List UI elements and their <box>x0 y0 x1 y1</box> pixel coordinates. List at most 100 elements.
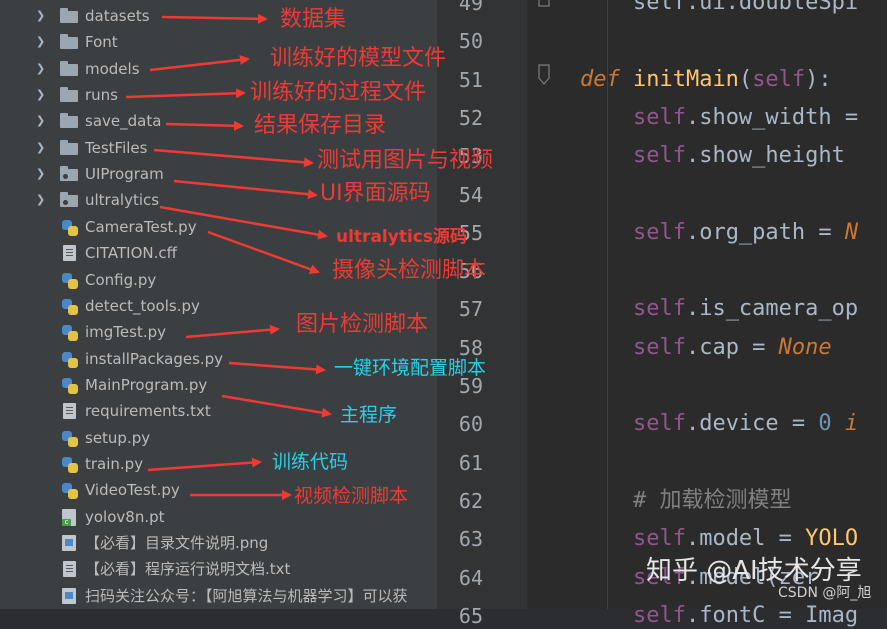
folder-icon <box>60 115 78 128</box>
chevron-right-icon[interactable]: ❯ <box>36 114 46 128</box>
image-file-icon <box>62 535 76 551</box>
tree-item[interactable]: ❯ datasets <box>0 3 437 29</box>
csdn-watermark: CSDN @阿_旭 <box>778 584 871 602</box>
annotation-label: 主程序 <box>340 402 397 428</box>
python-file-icon <box>62 378 78 394</box>
code-token: self <box>527 603 686 628</box>
tree-item-label: setup.py <box>85 428 150 448</box>
code-token: 0 <box>818 411 845 436</box>
line-number: 63 <box>437 526 483 552</box>
tree-item-label: VideoTest.py <box>85 480 180 500</box>
line-number: 52 <box>437 105 483 131</box>
code-line[interactable]: self.org_path = N <box>527 220 858 246</box>
code-token: .cap = <box>686 335 779 360</box>
annotation-label: 训练好的过程文件 <box>250 80 426 106</box>
code-line[interactable]: self.fontC = Imag <box>527 603 858 629</box>
code-token: self <box>527 526 686 551</box>
text-file-icon <box>63 245 76 261</box>
code-token: self <box>527 105 686 130</box>
code-token: ( <box>739 67 752 92</box>
tree-item-label: ultralytics <box>85 190 159 210</box>
tree-item-label: CameraTest.py <box>85 217 197 237</box>
annotation-label: 训练好的模型文件 <box>270 46 446 72</box>
code-token: self <box>527 143 686 168</box>
code-token: self <box>527 411 686 436</box>
tree-item-label: MainProgram.py <box>85 375 207 395</box>
chevron-right-icon[interactable]: ❯ <box>36 62 46 76</box>
python-file-icon <box>62 325 78 341</box>
tree-item-label: UIProgram <box>85 164 164 184</box>
annotation-label: 训练代码 <box>272 449 348 475</box>
fold-end-icon[interactable] <box>538 0 550 8</box>
code-line[interactable]: # 加载检测模型 <box>527 488 791 514</box>
annotation-label: ultralytics源码 <box>336 224 467 250</box>
line-number: 57 <box>437 296 483 322</box>
line-number: 64 <box>437 565 483 591</box>
code-line[interactable]: self.show_width = <box>527 105 871 131</box>
tree-item-label: requirements.txt <box>85 401 211 421</box>
tree-item[interactable]: 【必看】目录文件说明.png <box>0 530 437 556</box>
code-token: self <box>527 296 686 321</box>
code-line[interactable]: self.is_camera_op <box>527 296 858 322</box>
chevron-right-icon[interactable]: ❯ <box>36 88 46 102</box>
code-token: .is_camera_op <box>686 296 858 321</box>
folder-icon <box>60 63 78 76</box>
annotation-label: 图片检测脚本 <box>296 312 428 338</box>
code-line[interactable]: self.cap = None <box>527 335 832 361</box>
code-editor[interactable]: self.ui.doubleSpi def initMain(self): se… <box>527 0 887 609</box>
tree-item[interactable]: 扫码关注公众号：【阿旭算法与机器学习】可以获 <box>0 583 437 609</box>
code-token: .model = <box>686 526 805 551</box>
python-file-icon <box>62 220 78 236</box>
chevron-right-icon[interactable]: ❯ <box>36 141 46 155</box>
folder-icon <box>60 168 78 181</box>
code-token: .show_height <box>686 143 858 168</box>
code-token: .device = <box>686 411 818 436</box>
code-line[interactable]: self.model = YOLO <box>527 526 858 552</box>
folder-icon <box>60 194 78 207</box>
text-file-icon <box>63 403 76 419</box>
line-number: 54 <box>437 182 483 208</box>
tree-item[interactable]: train.py <box>0 451 437 477</box>
code-token: .fontC = Imag <box>686 603 858 628</box>
code-token: self.ui.doubleSpi <box>527 0 858 15</box>
chevron-right-icon[interactable]: ❯ <box>36 167 46 181</box>
line-number: 62 <box>437 488 483 514</box>
code-token: .show_width = <box>686 105 871 130</box>
zhihu-watermark: 知乎 @AI技术分享 <box>646 555 862 587</box>
code-line[interactable]: self.device = 0 i <box>527 411 858 437</box>
tree-item-label: datasets <box>85 6 150 26</box>
tree-item-label: 扫码关注公众号：【阿旭算法与机器学习】可以获 <box>85 586 408 606</box>
line-number: 65 <box>437 603 483 629</box>
fold-icon[interactable] <box>538 64 550 86</box>
image-file-icon <box>62 588 76 604</box>
code-token: N <box>845 220 858 245</box>
chevron-right-icon[interactable]: ❯ <box>36 9 46 23</box>
code-token: self <box>527 220 686 245</box>
tree-item-label: save_data <box>85 111 161 131</box>
tree-item-label: yolov8n.pt <box>85 507 165 527</box>
tree-item-label: 【必看】目录文件说明.png <box>85 533 268 553</box>
chevron-right-icon[interactable]: ❯ <box>36 193 46 207</box>
chevron-right-icon[interactable]: ❯ <box>36 35 46 49</box>
python-file-icon <box>62 483 78 499</box>
tree-item-label: runs <box>85 85 118 105</box>
tree-item-label: models <box>85 59 140 79</box>
python-file-icon <box>62 431 78 447</box>
python-file-icon <box>62 273 78 289</box>
python-file-icon <box>62 352 78 368</box>
code-token: i <box>845 411 858 436</box>
python-file-icon <box>62 299 78 315</box>
tree-item-label: train.py <box>85 454 143 474</box>
annotation-label: UI界面源码 <box>320 181 431 207</box>
python-file-icon <box>62 457 78 473</box>
tree-item-label: Config.py <box>85 270 156 290</box>
tree-item[interactable]: setup.py <box>0 425 437 451</box>
model-file-icon: c <box>62 509 76 526</box>
line-number: 61 <box>437 450 483 476</box>
code-line[interactable]: self.show_height <box>527 143 858 169</box>
tree-item[interactable]: 【必看】程序运行说明文档.txt <box>0 556 437 582</box>
code-line[interactable]: def initMain(self): <box>527 67 832 93</box>
folder-icon <box>60 10 78 23</box>
code-line[interactable]: self.ui.doubleSpi <box>527 0 858 16</box>
tree-item-label: detect_tools.py <box>85 296 200 316</box>
